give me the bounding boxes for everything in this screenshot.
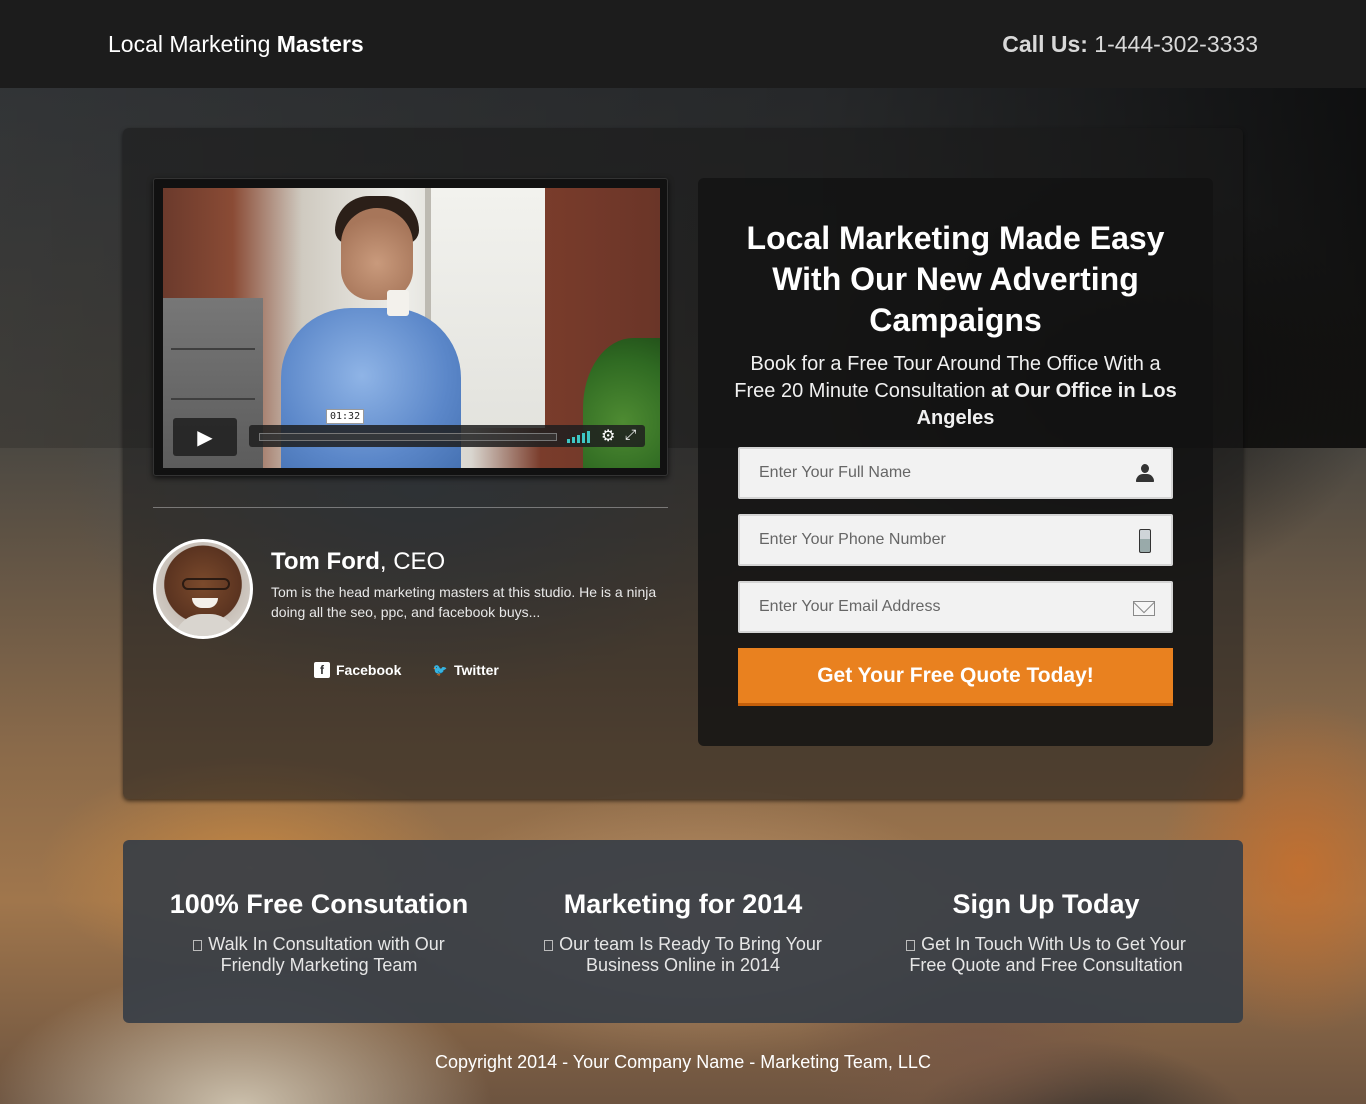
profile-bio: Tom is the head marketing masters at thi… bbox=[271, 584, 657, 620]
feature-text: Our team Is Ready To Bring Your Business… bbox=[503, 934, 863, 976]
get-quote-button[interactable]: Get Your Free Quote Today! bbox=[738, 648, 1173, 706]
checkbox-icon bbox=[906, 940, 916, 951]
facebook-label: Facebook bbox=[336, 662, 402, 678]
brand-name-bold: Masters bbox=[276, 31, 364, 57]
feature-title: 100% Free Consutation bbox=[169, 889, 469, 919]
video-controls: ▶ 01:32 ⚙ ⤢ bbox=[163, 409, 660, 459]
progress-bar[interactable]: 01:32 ⚙ ⤢ bbox=[249, 409, 645, 447]
call-us: Call Us: 1-444-302-3333 bbox=[1002, 31, 1258, 58]
brand-name-light: Local Marketing bbox=[108, 31, 277, 57]
feature-text-content: Get In Touch With Us to Get Your Free Qu… bbox=[909, 934, 1186, 975]
full-name-field[interactable] bbox=[738, 447, 1173, 499]
phone-input[interactable] bbox=[740, 516, 1171, 564]
progress-track[interactable] bbox=[259, 433, 557, 441]
brand-logo[interactable]: Local Marketing Masters bbox=[108, 31, 364, 58]
avatar bbox=[153, 539, 253, 639]
email-field[interactable] bbox=[738, 581, 1173, 633]
profile-name: Tom Ford, CEO bbox=[271, 548, 445, 576]
user-icon bbox=[1135, 464, 1155, 484]
coffee-mug bbox=[387, 290, 409, 316]
checkbox-icon bbox=[193, 940, 203, 951]
profile-role: , CEO bbox=[379, 548, 446, 575]
call-us-label: Call Us: bbox=[1002, 31, 1088, 57]
form-title: Local Marketing Made Easy With Our New A… bbox=[746, 220, 1165, 338]
feature-title: Sign Up Today bbox=[952, 889, 1140, 919]
mail-icon bbox=[1133, 601, 1155, 616]
video-player[interactable]: ▶ 01:32 ⚙ ⤢ bbox=[153, 178, 668, 476]
feature-free-consultation: 100% Free Consutation Walk In Consultati… bbox=[139, 886, 499, 976]
checkbox-icon bbox=[544, 940, 554, 951]
person-head bbox=[341, 208, 413, 300]
feature-text: Get In Touch With Us to Get Your Free Qu… bbox=[866, 934, 1226, 976]
feature-text-content: Our team Is Ready To Bring Your Business… bbox=[559, 934, 822, 975]
email-input[interactable] bbox=[740, 583, 1171, 631]
facebook-link[interactable]: f Facebook bbox=[314, 662, 401, 678]
form-subtitle: Book for a Free Tour Around The Office W… bbox=[698, 351, 1213, 432]
glasses bbox=[182, 578, 230, 590]
profile-name-text: Tom Ford bbox=[271, 548, 380, 575]
full-name-input[interactable] bbox=[740, 449, 1171, 497]
play-button[interactable]: ▶ bbox=[173, 418, 237, 456]
feature-title: Marketing for 2014 bbox=[563, 889, 803, 919]
divider bbox=[153, 507, 668, 508]
phone-number[interactable]: 1-444-302-3333 bbox=[1088, 31, 1258, 57]
feature-text-content: Walk In Consultation with Our Friendly M… bbox=[208, 934, 445, 975]
feature-text: Walk In Consultation with Our Friendly M… bbox=[139, 934, 499, 976]
facebook-icon: f bbox=[314, 662, 330, 678]
volume-bars-icon[interactable] bbox=[567, 429, 591, 443]
fullscreen-icon[interactable]: ⤢ bbox=[625, 426, 636, 443]
twitter-label: Twitter bbox=[454, 662, 499, 678]
gear-icon[interactable]: ⚙ bbox=[601, 426, 615, 446]
play-icon: ▶ bbox=[197, 426, 213, 449]
phone-field[interactable] bbox=[738, 514, 1173, 566]
twitter-link[interactable]: 🐦 Twitter bbox=[432, 662, 499, 678]
smile bbox=[192, 598, 218, 608]
feature-marketing-2014: Marketing for 2014 Our team Is Ready To … bbox=[503, 886, 863, 976]
phone-icon bbox=[1139, 529, 1151, 553]
twitter-icon: 🐦 bbox=[432, 663, 448, 677]
footer-copyright: Copyright 2014 - Your Company Name - Mar… bbox=[435, 1052, 931, 1072]
top-navbar: Local Marketing Masters Call Us: 1-444-3… bbox=[0, 0, 1366, 88]
feature-sign-up: Sign Up Today Get In Touch With Us to Ge… bbox=[866, 886, 1226, 976]
time-tooltip: 01:32 bbox=[326, 409, 365, 424]
